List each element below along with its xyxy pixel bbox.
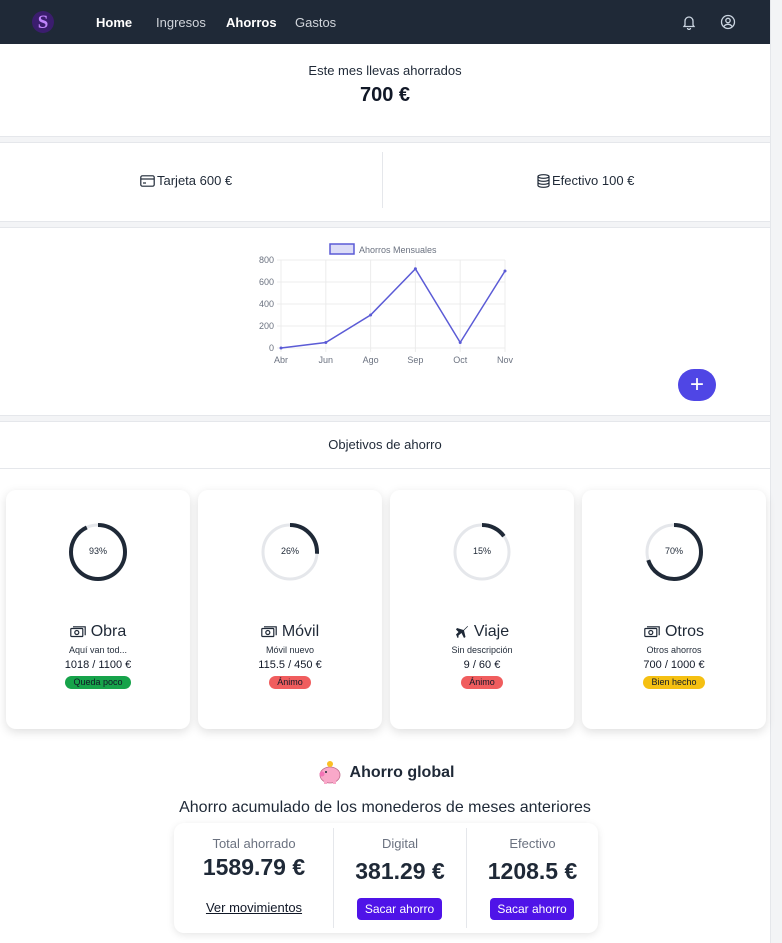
goal-percent: 15% bbox=[472, 546, 491, 556]
y-tick-label: 600 bbox=[259, 277, 274, 287]
nav-ahorros-link[interactable]: Ahorros bbox=[226, 15, 277, 30]
goal-name: Viaje bbox=[473, 623, 510, 640]
card-total: Tarjeta 600 € bbox=[140, 173, 232, 188]
data-point bbox=[279, 346, 283, 350]
goal-status-badge: Bien hecho bbox=[643, 676, 705, 689]
goal-amount: 700 / 1000 € bbox=[643, 659, 705, 671]
total-saved-value: 1589.79 € bbox=[202, 854, 306, 880]
goal-name: Obra bbox=[90, 623, 127, 640]
y-tick-label: 200 bbox=[259, 321, 274, 331]
goal-name: Otros bbox=[664, 623, 705, 640]
goal-percent: 93% bbox=[88, 546, 107, 556]
money-icon bbox=[69, 625, 86, 637]
cash-value: 1208.5 € bbox=[487, 858, 578, 884]
cash-total: Efectivo 100 € bbox=[537, 173, 634, 188]
y-tick-label: 0 bbox=[269, 343, 274, 353]
section-divider bbox=[0, 415, 770, 422]
goal-description: Aquí van tod... bbox=[68, 645, 128, 655]
goal-description: Otros ahorros bbox=[646, 645, 702, 655]
y-tick-label: 400 bbox=[259, 299, 274, 309]
data-point bbox=[458, 341, 462, 344]
digital-label: Digital bbox=[381, 836, 419, 851]
goal-card[interactable]: 26% Móvil Móvil nuevo 115.5 / 450 € Ánimo bbox=[198, 490, 382, 729]
goal-card[interactable]: 70% Otros Otros ahorros 700 / 1000 € Bien he… bbox=[582, 490, 766, 729]
scrollbar[interactable] bbox=[770, 0, 782, 943]
goal-title: Viaje bbox=[390, 623, 574, 641]
data-point bbox=[369, 313, 373, 317]
coins-icon bbox=[537, 173, 550, 188]
global-savings-title: Ahorro global bbox=[0, 760, 770, 786]
cash-label: Efectivo bbox=[509, 836, 556, 851]
goal-card[interactable]: 93% Obra Aquí van tod... 1018 / 1100 € Queda… bbox=[6, 490, 190, 729]
bell-icon[interactable] bbox=[681, 14, 697, 30]
data-point bbox=[503, 269, 507, 273]
nav-gastos-link[interactable]: Gastos bbox=[295, 15, 336, 30]
x-tick-label: Ago bbox=[363, 355, 379, 365]
x-tick-label: Nov bbox=[497, 355, 514, 365]
goal-description: Sin descripción bbox=[451, 645, 513, 655]
goal-card[interactable]: 15% Viaje Sin descripción 9 / 60 € Ánimo bbox=[390, 490, 574, 729]
series-line bbox=[280, 267, 506, 349]
withdraw-digital-button[interactable]: Sacar ahorro bbox=[357, 898, 442, 920]
user-account-icon[interactable] bbox=[720, 14, 736, 30]
goal-amount: 115.5 / 450 € bbox=[258, 659, 322, 671]
x-tick-label: Sep bbox=[407, 355, 423, 365]
monthly-saved-label: Este mes llevas ahorrados bbox=[308, 63, 462, 78]
add-saving-button[interactable]: + bbox=[678, 369, 716, 401]
y-tick-label: 800 bbox=[259, 255, 274, 265]
top-navbar: S Home Ingresos Ahorros Gastos bbox=[0, 0, 770, 44]
nav-home-link[interactable]: Home bbox=[96, 15, 132, 30]
goal-title: Otros bbox=[582, 623, 766, 641]
data-point bbox=[413, 267, 417, 271]
digital-value: 381.29 € bbox=[355, 858, 445, 884]
x-tick-label: Oct bbox=[453, 355, 468, 365]
withdraw-cash-button[interactable]: Sacar ahorro bbox=[490, 898, 574, 920]
goal-description: Móvil nuevo bbox=[265, 645, 315, 655]
legend-swatch bbox=[329, 243, 355, 255]
monthly-saved-amount: 700 € bbox=[359, 84, 411, 106]
goal-amount: 1018 / 1100 € bbox=[64, 659, 132, 671]
credit-card-icon bbox=[140, 174, 155, 187]
payment-split-divider bbox=[382, 152, 383, 208]
data-point bbox=[324, 341, 328, 344]
total-saved-label: Total ahorrado bbox=[212, 836, 296, 851]
goal-status-badge: Queda poco bbox=[65, 676, 131, 689]
x-tick-label: Abr bbox=[274, 355, 288, 365]
svg-text:S: S bbox=[38, 12, 49, 33]
global-savings-subtitle: Ahorro acumulado de los monederos de mes… bbox=[179, 799, 591, 816]
goal-percent: 26% bbox=[280, 546, 299, 556]
section-divider bbox=[0, 468, 770, 469]
airplane-icon bbox=[455, 626, 468, 638]
app-logo[interactable]: S bbox=[31, 10, 55, 34]
section-divider bbox=[0, 221, 770, 228]
goal-status-badge: Ánimo bbox=[269, 676, 311, 689]
view-movements-link[interactable]: Ver movimientos bbox=[174, 900, 334, 915]
nav-ingresos-link[interactable]: Ingresos bbox=[156, 15, 206, 30]
money-icon bbox=[261, 625, 277, 637]
global-savings-title-text: Ahorro global bbox=[349, 764, 455, 781]
goal-title: Obra bbox=[6, 623, 190, 641]
card-total-text: Tarjeta 600 € bbox=[157, 173, 233, 188]
monthly-savings-chart: Ahorros Mensuales 800 600 400 200 0Abr Jun Ago S… bbox=[259, 243, 514, 365]
money-icon bbox=[644, 625, 660, 637]
section-divider bbox=[0, 136, 770, 143]
x-tick-label: Jun bbox=[319, 355, 334, 365]
cash-total-text: Efectivo 100 € bbox=[552, 173, 635, 188]
goal-amount: 9 / 60 € bbox=[463, 659, 501, 671]
goal-percent: 70% bbox=[664, 546, 683, 556]
goal-name: Móvil bbox=[281, 623, 320, 640]
piggy-bank-icon bbox=[319, 761, 340, 784]
goals-title: Objetivos de ahorro bbox=[328, 437, 442, 452]
legend-label: Ahorros Mensuales bbox=[359, 245, 437, 255]
goal-title: Móvil bbox=[198, 623, 382, 641]
goal-status-badge: Ánimo bbox=[461, 676, 503, 689]
